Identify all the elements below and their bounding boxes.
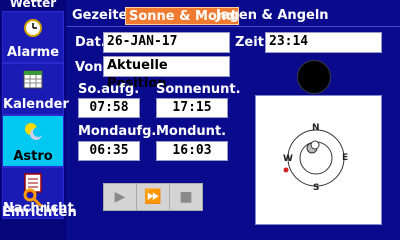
sidebar: Wetter Alarme Kalender Astro Nachricht E…	[0, 0, 77, 240]
location-field[interactable]: Aktuelle Position	[103, 56, 230, 91]
sidebar-item-label: Einrichten	[2, 205, 77, 220]
from-label: Von	[75, 60, 103, 75]
time-field[interactable]: 23:14	[265, 32, 382, 53]
compass-graphic	[283, 129, 345, 187]
sidebar-item-label: Astro	[13, 149, 53, 164]
compass-north: N	[312, 123, 320, 133]
compass-south: S	[313, 183, 320, 193]
play-button[interactable]: ▶	[103, 183, 137, 211]
compass-east: E	[342, 153, 349, 163]
sun-moon-icon	[25, 123, 43, 140]
tab-jagen-angeln[interactable]: Jagen & Angeln	[213, 7, 332, 25]
time-label: Zeit	[235, 35, 264, 50]
date-field[interactable]: 26-JAN-17	[103, 32, 230, 53]
sidebar-item-kalender[interactable]: Kalender	[2, 63, 69, 115]
fast-forward-button[interactable]: ⏩	[136, 183, 170, 211]
alarm-clock-icon	[24, 19, 42, 37]
compass-west: W	[283, 154, 293, 164]
sunset-value: 17:15	[156, 98, 228, 118]
sidebar-item-einrichten[interactable]: Einrichten	[2, 185, 77, 240]
astro-screen: Wetter Alarme Kalender Astro Nachricht E…	[0, 0, 400, 240]
calendar-icon	[23, 70, 43, 89]
sunrise-label: So.aufg.	[78, 82, 140, 97]
moonrise-label: Mondaufg.	[78, 124, 157, 139]
moonrise-value: 06:35	[78, 141, 140, 161]
sun-moon-compass: N E S W	[255, 95, 382, 225]
sunrise-value: 07:58	[78, 98, 140, 118]
moon-phase-icon	[297, 60, 331, 94]
moonset-label: Mondunt.	[156, 124, 227, 139]
moonset-value: 16:03	[156, 141, 228, 161]
sidebar-item-label: Alarme	[6, 45, 60, 60]
date-label: Dat.	[75, 35, 106, 50]
sidebar-title: Wetter	[9, 0, 57, 10]
sunset-label: Sonnenunt.	[156, 82, 241, 97]
sidebar-item-astro[interactable]: Astro	[2, 115, 64, 167]
stop-button[interactable]: ■	[169, 183, 203, 211]
tab-divider	[67, 26, 400, 27]
sidebar-item-alarme[interactable]: Alarme	[2, 11, 64, 63]
sidebar-item-label: Kalender	[3, 97, 69, 112]
